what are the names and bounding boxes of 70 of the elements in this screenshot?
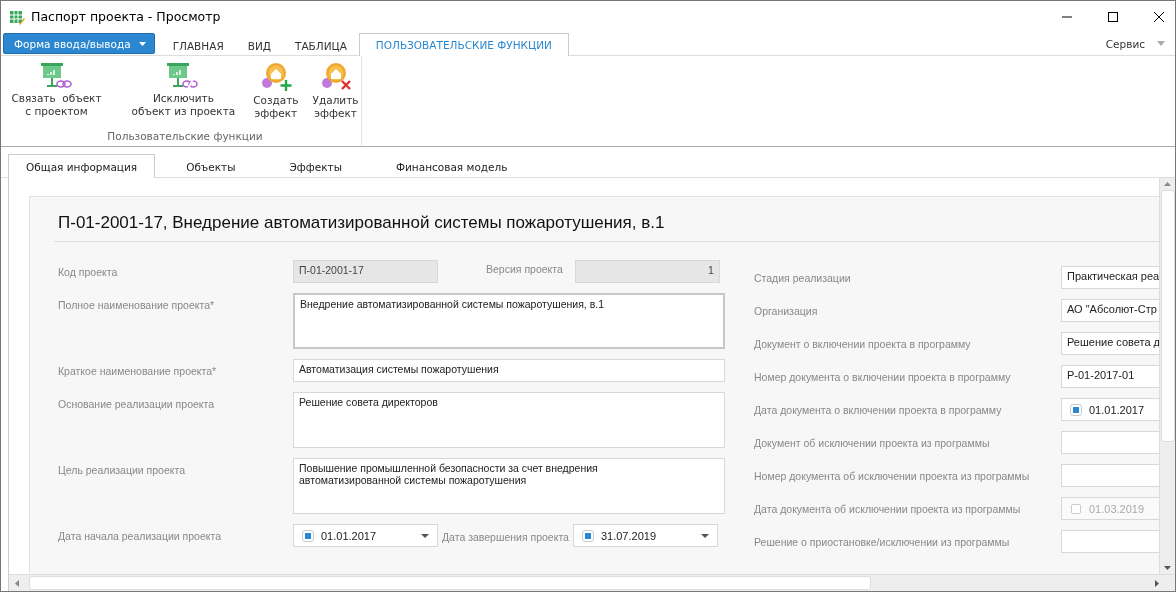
version-field: 1 xyxy=(574,260,720,283)
ribbon-button[interactable]: Удалить эффект xyxy=(306,60,365,122)
ribbon-button[interactable]: Исключить объект из проекта xyxy=(125,60,242,122)
date-value: 01.03.2019 xyxy=(1089,502,1145,515)
field-label: Версия проекта xyxy=(485,262,564,275)
field-label: Организация xyxy=(754,304,819,317)
group-label: Пользовательские функции xyxy=(107,130,263,142)
input-field[interactable] xyxy=(1061,464,1159,487)
field-label: Цель реализации проекта xyxy=(58,463,187,476)
ribbon-tab[interactable]: ВИД xyxy=(235,34,283,56)
caret-icon xyxy=(138,41,146,46)
input-field[interactable] xyxy=(1061,530,1159,553)
caret-icon[interactable] xyxy=(700,533,709,538)
field-label: Основание реализации проекта xyxy=(58,397,216,410)
input-field[interactable] xyxy=(1061,431,1159,454)
scroll-up-icon[interactable] xyxy=(1164,182,1171,186)
ribbon-tab[interactable]: ГЛАВНАЯ xyxy=(160,34,236,56)
input-field[interactable]: Р-01-2017-01 xyxy=(1061,365,1159,388)
input-field[interactable]: Автоматизация системы пожаротушения xyxy=(293,359,725,382)
input-field[interactable]: Решение совета д xyxy=(1061,332,1159,355)
input-field[interactable]: Практическая реа xyxy=(1061,266,1159,289)
field-label: Полное наименование проекта* xyxy=(58,298,216,311)
ribbon-tab[interactable]: ТАБЛИЦА xyxy=(282,34,359,56)
date-picker[interactable]: 01.01.2017 xyxy=(293,524,438,547)
caret-icon[interactable] xyxy=(421,533,429,538)
document-tab[interactable]: Общая информация xyxy=(8,154,156,178)
app-menu-button[interactable]: Форма ввода/вывода xyxy=(3,33,155,54)
field-label: Документ о включении проекта в программу xyxy=(754,337,972,350)
date-value: 31.07.2019 xyxy=(600,529,656,542)
board-link-icon xyxy=(39,62,74,90)
table-icon xyxy=(9,8,25,25)
date-picker[interactable]: 31.07.2019 xyxy=(572,524,718,547)
date-picker[interactable]: 01.01.2017 xyxy=(1061,398,1159,421)
scroll-left-icon[interactable] xyxy=(15,579,19,587)
field-label: Документ об исключении проекта из программы xyxy=(754,436,991,449)
scrollbar-thumb[interactable] xyxy=(1160,190,1175,442)
text-area[interactable]: Внедрение автоматизированной системы пожаротушения, в.1 xyxy=(293,293,725,349)
field-label: Дата документа о включении проекта в программу xyxy=(754,403,1003,416)
document-tab[interactable]: Финансовая модель xyxy=(373,154,531,178)
field-label: Код проекта xyxy=(58,265,119,278)
field-label: Номер документа об исключении проекта из программы xyxy=(754,469,1031,482)
close-icon[interactable] xyxy=(1153,10,1165,23)
field-label: Стадия реализации xyxy=(754,271,852,284)
service-menu[interactable]: Сервис xyxy=(1105,37,1145,50)
scrollbar-thumb[interactable] xyxy=(29,576,871,590)
document-tab[interactable]: Объекты xyxy=(163,154,259,178)
checkbox[interactable] xyxy=(1071,503,1081,514)
horizontal-scrollbar[interactable] xyxy=(9,574,1175,591)
input-field[interactable]: АО "Абсолют-Стр xyxy=(1061,299,1159,322)
ribbon-button[interactable]: Связать объект с проектом xyxy=(5,60,108,122)
field-label: Дата документа об исключении проекта из программы xyxy=(754,502,1022,515)
document-tab[interactable]: Эффекты xyxy=(266,154,365,178)
board-unlink-icon xyxy=(166,62,201,90)
date-value: 01.01.2017 xyxy=(321,529,377,542)
ribbon-tab[interactable]: ПОЛЬЗОВАТЕЛЬСКИЕ ФУНКЦИИ xyxy=(358,33,569,56)
field-label: Номер документа о включении проекта в программу xyxy=(754,370,1012,383)
field-label: Краткое наименование проекта* xyxy=(58,364,218,377)
scroll-down-icon[interactable] xyxy=(1164,566,1171,570)
date-value: 01.01.2017 xyxy=(1089,403,1145,416)
field-label: Дата начала реализации проекта xyxy=(58,529,223,542)
code-field: П-01-2001-17 xyxy=(293,260,438,283)
window-title: Паспорт проекта - Просмотр xyxy=(31,9,221,24)
maximize-icon[interactable] xyxy=(1107,10,1119,23)
vertical-scrollbar[interactable] xyxy=(1159,178,1175,574)
text-area[interactable]: Решение совета директоров xyxy=(293,392,725,448)
ribbon-button[interactable]: Создать эффект xyxy=(247,60,305,122)
field-label: Решение о приостановке/исключении из программы xyxy=(754,535,1011,548)
field-label: Дата завершения проекта xyxy=(441,530,570,543)
text-area[interactable]: Повышение промышленной безопасности за счет внедрения автоматизированной системы пожаротушения xyxy=(293,458,725,514)
scroll-right-icon[interactable] xyxy=(1155,579,1159,587)
